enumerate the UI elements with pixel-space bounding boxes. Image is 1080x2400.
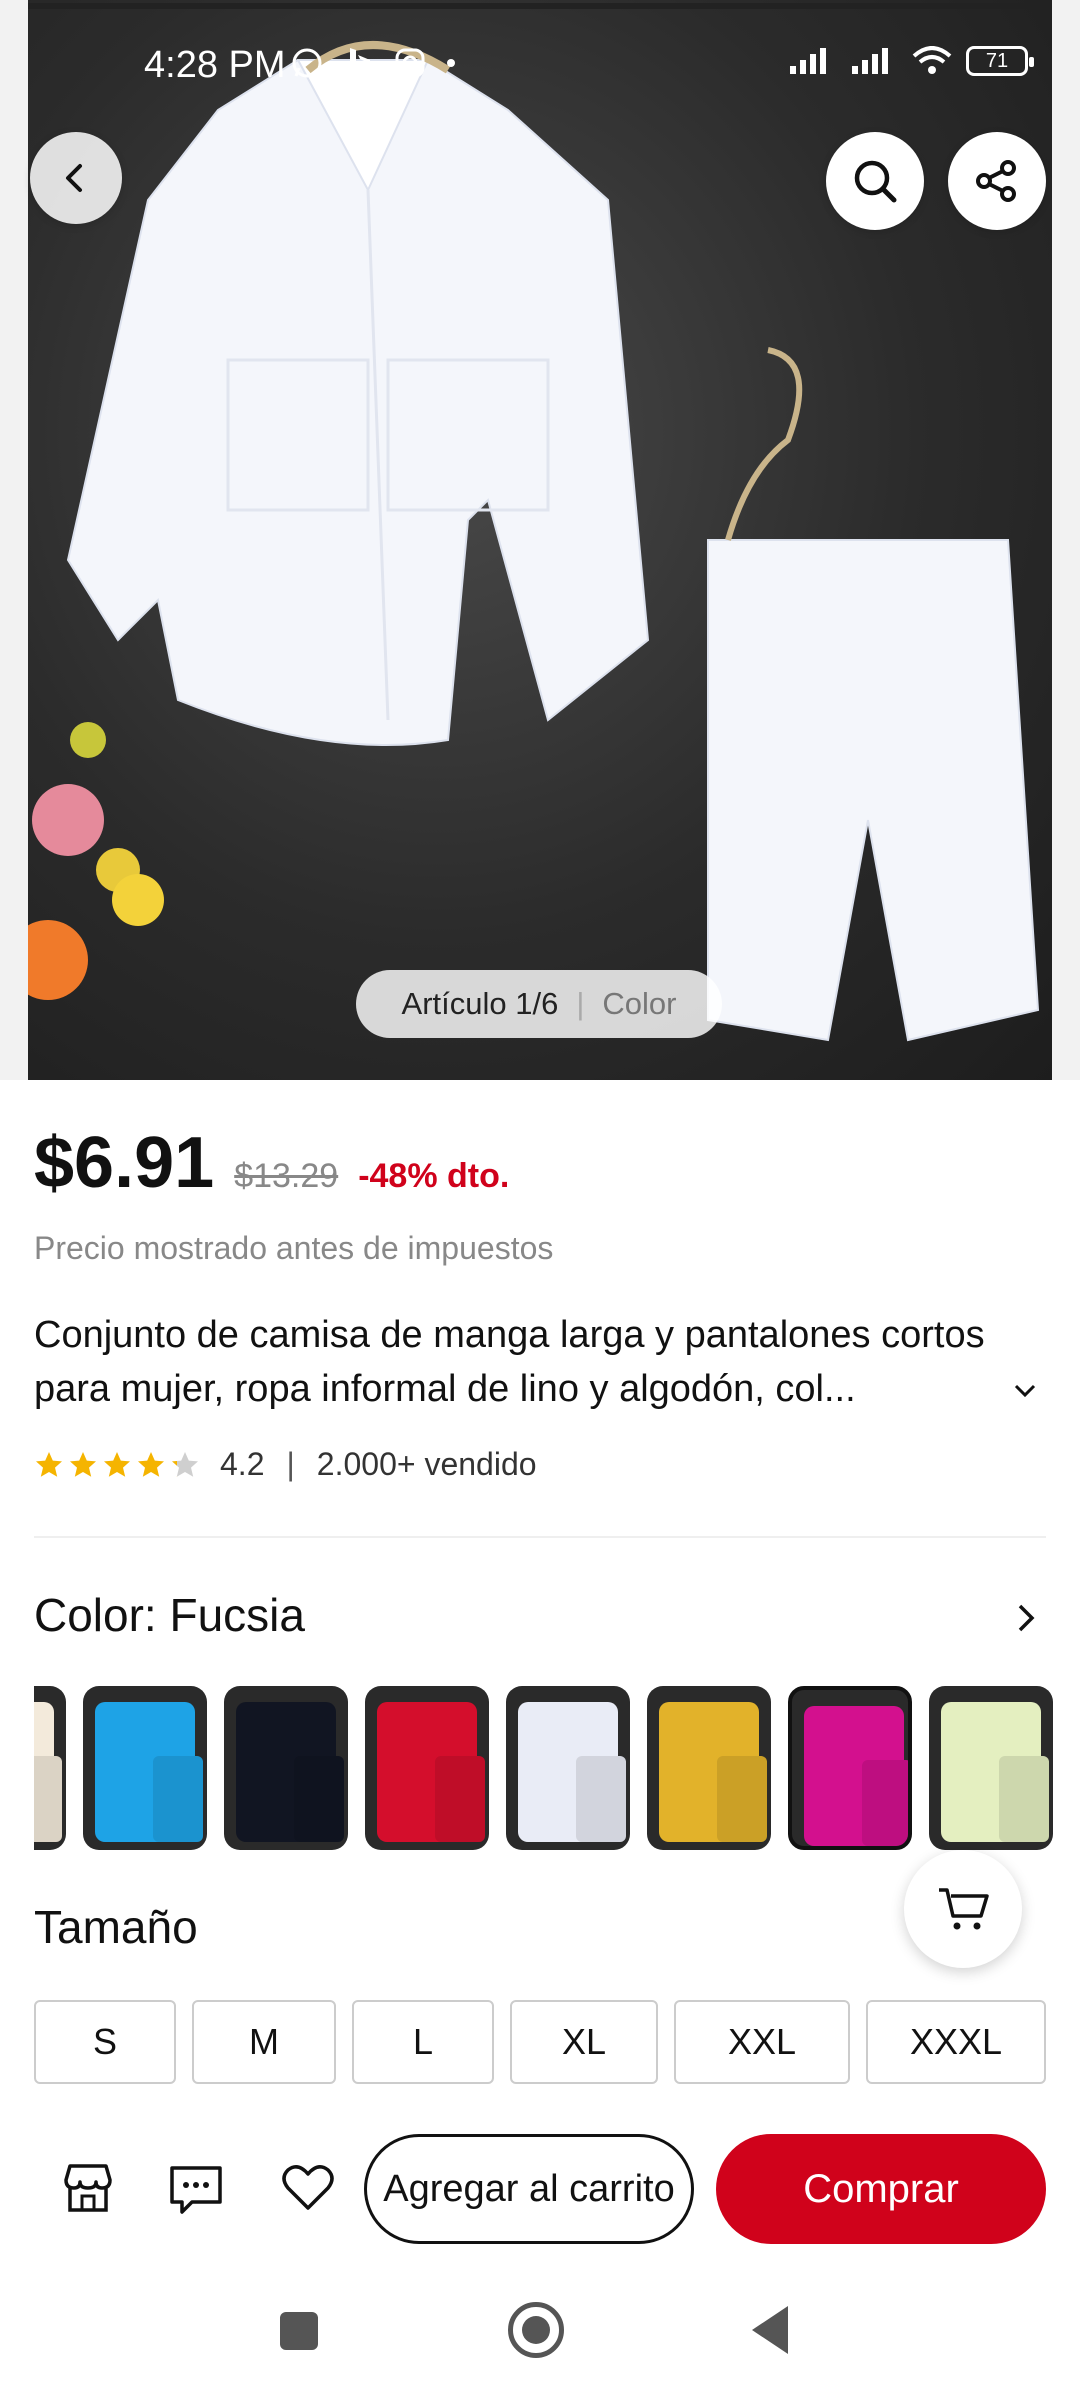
color-swatch-light-green[interactable] bbox=[929, 1686, 1053, 1850]
share-icon bbox=[976, 160, 1016, 202]
wifi-icon bbox=[912, 46, 952, 74]
swatch-shorts bbox=[576, 1756, 626, 1842]
signal-icon-2 bbox=[852, 48, 888, 74]
size-option-l[interactable]: L bbox=[352, 2000, 494, 2084]
size-option-s[interactable]: S bbox=[34, 2000, 176, 2084]
nav-back-button[interactable] bbox=[752, 2306, 788, 2354]
floating-cart-button[interactable] bbox=[904, 1850, 1022, 1968]
gallery-item-counter: Artículo 1/6 bbox=[401, 986, 559, 1021]
swatch-shorts bbox=[999, 1756, 1049, 1842]
section-divider bbox=[34, 1536, 1046, 1538]
chat-icon bbox=[170, 2166, 222, 2214]
current-price: $6.91 bbox=[34, 1123, 215, 1203]
search-icon bbox=[854, 160, 897, 203]
chevron-down-icon[interactable] bbox=[1010, 1376, 1040, 1406]
status-bar: 4:28 PM 71 bbox=[0, 0, 1080, 130]
star-icon bbox=[138, 1451, 164, 1477]
size-option-xxxl[interactable]: XXXL bbox=[866, 2000, 1046, 2084]
status-notification-icons bbox=[290, 46, 456, 80]
rating-row[interactable]: 4.2 | 2.000+ vendido bbox=[34, 1446, 537, 1483]
swatch-shorts bbox=[153, 1756, 203, 1842]
recents-button[interactable] bbox=[280, 2312, 318, 2350]
color-swatch-sky-blue[interactable] bbox=[83, 1686, 207, 1850]
buy-button[interactable]: Comprar bbox=[716, 2134, 1046, 2244]
size-option-xxl[interactable]: XXL bbox=[674, 2000, 850, 2084]
discount-badge: -48% dto. bbox=[358, 1157, 510, 1195]
wishlist-button[interactable] bbox=[278, 2158, 338, 2218]
whatsapp-icon bbox=[292, 48, 322, 78]
store-button[interactable] bbox=[58, 2158, 118, 2218]
swatch-shorts bbox=[34, 1756, 62, 1842]
cart-icon bbox=[939, 1888, 989, 1930]
share-button[interactable] bbox=[948, 132, 1046, 230]
home-button[interactable] bbox=[508, 2302, 564, 2358]
status-system-icons: 71 bbox=[788, 46, 1034, 76]
color-swatch-white[interactable] bbox=[506, 1686, 630, 1850]
size-option-xl[interactable]: XL bbox=[510, 2000, 658, 2084]
color-swatch-yellow[interactable] bbox=[647, 1686, 771, 1850]
battery-indicator: 71 bbox=[966, 46, 1034, 76]
swatch-shorts bbox=[294, 1756, 344, 1842]
product-title[interactable]: Conjunto de camisa de manga larga y pant… bbox=[34, 1308, 1034, 1416]
color-swatches bbox=[34, 1686, 1080, 1852]
size-title: Tamaño bbox=[34, 1901, 198, 1953]
add-to-cart-button[interactable]: Agregar al carrito bbox=[364, 2134, 694, 2244]
star-icon bbox=[70, 1451, 96, 1477]
color-label[interactable]: Color: Fucsia bbox=[34, 1588, 305, 1642]
instagram-icon bbox=[395, 48, 425, 78]
star-icon bbox=[36, 1451, 62, 1477]
chevron-right-icon[interactable] bbox=[1012, 1600, 1042, 1636]
chat-button[interactable] bbox=[166, 2158, 226, 2218]
swatch-shorts bbox=[717, 1756, 767, 1842]
gallery-counter[interactable]: Artículo 1/6 | Color bbox=[356, 970, 722, 1038]
search-button[interactable] bbox=[826, 132, 924, 230]
swatch-shorts bbox=[435, 1756, 485, 1842]
star-icon bbox=[172, 1451, 198, 1477]
status-time: 4:28 PM bbox=[144, 44, 286, 86]
heart-icon bbox=[282, 2165, 334, 2210]
color-swatch-fuchsia[interactable] bbox=[788, 1686, 912, 1850]
bing-icon bbox=[350, 48, 370, 78]
rating-stars bbox=[34, 1450, 200, 1480]
gallery-color-tab[interactable]: Color bbox=[602, 986, 676, 1022]
rating-value: 4.2 bbox=[220, 1446, 265, 1482]
tax-note: Precio mostrado antes de impuestos bbox=[34, 1230, 554, 1266]
size-option-m[interactable]: M bbox=[192, 2000, 336, 2084]
color-swatch-red[interactable] bbox=[365, 1686, 489, 1850]
sold-count: 2.000+ vendido bbox=[316, 1446, 537, 1482]
product-image-gallery[interactable]: 4:28 PM 71 Artículo 1/6 | Color bbox=[0, 0, 1080, 1080]
signal-icon bbox=[790, 48, 826, 74]
store-icon bbox=[64, 2164, 112, 2212]
rating-divider: | bbox=[286, 1446, 295, 1482]
gallery-separator: | bbox=[576, 986, 585, 1021]
swatch-shorts bbox=[862, 1760, 908, 1846]
chevron-left-icon bbox=[66, 164, 82, 192]
original-price: $13.29 bbox=[234, 1157, 339, 1195]
star-icon bbox=[104, 1451, 130, 1477]
system-nav-bar bbox=[0, 2272, 1080, 2400]
color-swatch-black[interactable] bbox=[224, 1686, 348, 1850]
price-row: $6.91 $13.29 -48% dto. bbox=[34, 1122, 509, 1204]
color-swatch-beige[interactable] bbox=[34, 1686, 66, 1850]
size-options: S M L XL XXL XXXL bbox=[34, 2000, 1046, 2084]
dot-icon bbox=[447, 59, 455, 67]
back-button[interactable] bbox=[30, 132, 122, 224]
